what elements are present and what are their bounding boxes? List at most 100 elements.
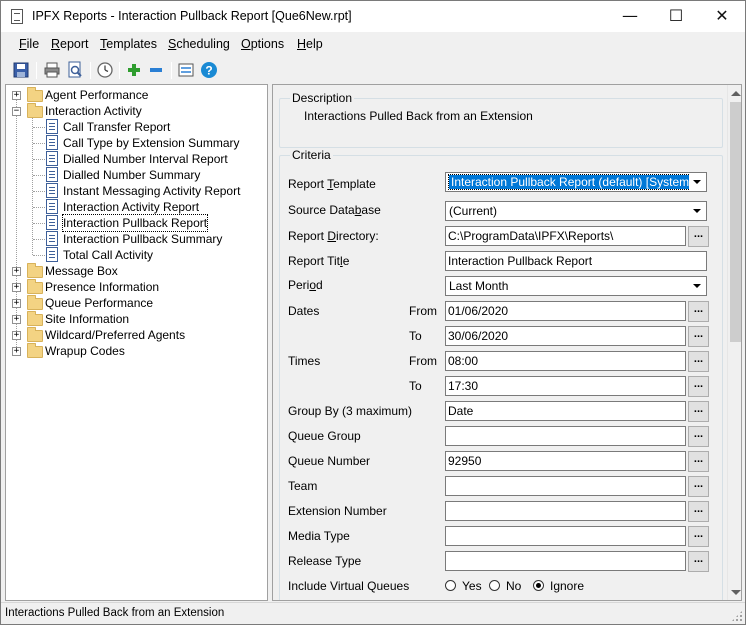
report-doc-icon bbox=[46, 135, 58, 150]
save-icon[interactable] bbox=[12, 61, 30, 79]
menu-file[interactable]: File bbox=[19, 37, 39, 51]
report-template-label: Report Template bbox=[288, 177, 376, 191]
virtual-queues-yes-radio[interactable] bbox=[445, 580, 456, 591]
report-directory-label: Report Directory: bbox=[288, 229, 379, 243]
remove-icon[interactable] bbox=[147, 61, 165, 79]
times-to-label: To bbox=[409, 379, 422, 393]
date-from-picker-button[interactable]: ... bbox=[688, 301, 709, 322]
queue-number-field[interactable]: 92950 bbox=[445, 451, 686, 471]
media-type-browse-button[interactable]: ... bbox=[688, 526, 709, 547]
scroll-up-icon[interactable] bbox=[731, 91, 741, 96]
team-browse-button[interactable]: ... bbox=[688, 476, 709, 497]
extension-number-browse-button[interactable]: ... bbox=[688, 501, 709, 522]
criteria-title: Criteria bbox=[290, 148, 333, 162]
queue-group-field[interactable] bbox=[445, 426, 686, 446]
release-type-browse-button[interactable]: ... bbox=[688, 551, 709, 572]
svg-text:?: ? bbox=[205, 64, 212, 78]
folder-icon bbox=[27, 343, 43, 358]
scroll-thumb[interactable] bbox=[730, 102, 741, 342]
print-icon[interactable] bbox=[43, 61, 61, 79]
extension-number-field[interactable] bbox=[445, 501, 686, 521]
release-type-field[interactable] bbox=[445, 551, 686, 571]
time-to-field[interactable]: 17:30 bbox=[445, 376, 686, 396]
window-title: IPFX Reports - Interaction Pullback Repo… bbox=[32, 9, 352, 23]
time-from-picker-button[interactable]: ... bbox=[688, 351, 709, 372]
expand-icon[interactable]: + bbox=[12, 299, 21, 308]
report-doc-icon bbox=[46, 247, 58, 262]
menu-templates[interactable]: Templates bbox=[100, 37, 157, 51]
scroll-down-icon[interactable] bbox=[731, 590, 741, 595]
report-tree: + Agent Performance − Interaction Activi… bbox=[5, 84, 268, 601]
source-database-label: Source Database bbox=[288, 203, 381, 217]
report-template-select[interactable]: Interaction Pullback Report (default) [S… bbox=[445, 172, 707, 192]
report-title-field[interactable]: Interaction Pullback Report bbox=[445, 251, 707, 271]
chevron-down-icon[interactable] bbox=[689, 174, 705, 190]
folder-open-icon bbox=[27, 103, 43, 118]
toolbar: ? bbox=[1, 57, 745, 84]
criteria-scrollbar[interactable] bbox=[727, 85, 741, 600]
add-icon[interactable] bbox=[125, 61, 143, 79]
status-text: Interactions Pulled Back from an Extensi… bbox=[5, 607, 225, 619]
queue-number-browse-button[interactable]: ... bbox=[688, 451, 709, 472]
folder-icon bbox=[27, 311, 43, 326]
date-from-field[interactable]: 01/06/2020 bbox=[445, 301, 686, 321]
report-directory-browse-button[interactable]: ... bbox=[688, 226, 709, 247]
expand-icon[interactable]: + bbox=[12, 91, 21, 100]
selected-tree-label: Interaction Pullback Report bbox=[61, 214, 209, 232]
team-field[interactable] bbox=[445, 476, 686, 496]
menu-options[interactable]: Options bbox=[241, 37, 284, 51]
expand-icon[interactable]: + bbox=[12, 347, 21, 356]
chevron-down-icon[interactable] bbox=[689, 278, 705, 294]
folder-icon bbox=[27, 87, 43, 102]
queue-group-browse-button[interactable]: ... bbox=[688, 426, 709, 447]
group-by-field[interactable]: Date bbox=[445, 401, 686, 421]
help-icon[interactable]: ? bbox=[200, 61, 218, 79]
times-label: Times bbox=[288, 354, 321, 368]
source-database-select[interactable]: (Current) bbox=[445, 201, 707, 221]
main-window: IPFX Reports - Interaction Pullback Repo… bbox=[0, 0, 746, 625]
report-directory-field[interactable]: C:\ProgramData\IPFX\Reports\ bbox=[445, 226, 686, 246]
menu-scheduling[interactable]: Scheduling bbox=[168, 37, 230, 51]
period-select[interactable]: Last Month bbox=[445, 276, 707, 296]
date-to-picker-button[interactable]: ... bbox=[688, 326, 709, 347]
chevron-down-icon[interactable] bbox=[689, 203, 705, 219]
schedule-clock-icon[interactable] bbox=[96, 61, 114, 79]
time-from-field[interactable]: 08:00 bbox=[445, 351, 686, 371]
menu-bar: File Report Templates Scheduling Options… bbox=[1, 34, 745, 56]
media-type-field[interactable] bbox=[445, 526, 686, 546]
report-doc-icon bbox=[46, 167, 58, 182]
media-type-label: Media Type bbox=[288, 529, 350, 543]
close-button[interactable]: ✕ bbox=[699, 1, 745, 32]
expand-icon[interactable]: + bbox=[12, 331, 21, 340]
dates-from-label: From bbox=[409, 304, 437, 318]
expand-icon[interactable]: + bbox=[12, 267, 21, 276]
report-doc-icon bbox=[46, 199, 58, 214]
virtual-queues-no-radio[interactable] bbox=[489, 580, 500, 591]
collapse-icon[interactable]: − bbox=[12, 107, 21, 116]
group-by-browse-button[interactable]: ... bbox=[688, 401, 709, 422]
extension-number-label: Extension Number bbox=[288, 504, 387, 518]
folder-icon bbox=[27, 263, 43, 278]
report-doc-icon bbox=[46, 215, 58, 230]
dates-label: Dates bbox=[288, 304, 320, 318]
refresh-icon[interactable] bbox=[177, 61, 195, 79]
criteria-panel: Description Interactions Pulled Back fro… bbox=[272, 84, 742, 601]
status-bar: Interactions Pulled Back from an Extensi… bbox=[1, 602, 745, 624]
report-doc-icon bbox=[46, 151, 58, 166]
resize-grip-icon[interactable] bbox=[731, 610, 743, 622]
time-to-picker-button[interactable]: ... bbox=[688, 376, 709, 397]
times-from-label: From bbox=[409, 354, 437, 368]
print-preview-icon[interactable] bbox=[66, 61, 84, 79]
minimize-button[interactable]: — bbox=[607, 1, 653, 32]
expand-icon[interactable]: + bbox=[12, 283, 21, 292]
menu-help[interactable]: Help bbox=[297, 37, 323, 51]
expand-icon[interactable]: + bbox=[12, 315, 21, 324]
virtual-queues-ignore-radio[interactable] bbox=[533, 580, 544, 591]
virtual-queues-no-label[interactable]: No bbox=[506, 579, 521, 593]
date-to-field[interactable]: 30/06/2020 bbox=[445, 326, 686, 346]
maximize-button[interactable]: ☐ bbox=[653, 1, 699, 32]
menu-report[interactable]: Report bbox=[51, 37, 89, 51]
dates-to-label: To bbox=[409, 329, 422, 343]
virtual-queues-ignore-label[interactable]: Ignore bbox=[550, 579, 584, 593]
virtual-queues-yes-label[interactable]: Yes bbox=[462, 579, 482, 593]
